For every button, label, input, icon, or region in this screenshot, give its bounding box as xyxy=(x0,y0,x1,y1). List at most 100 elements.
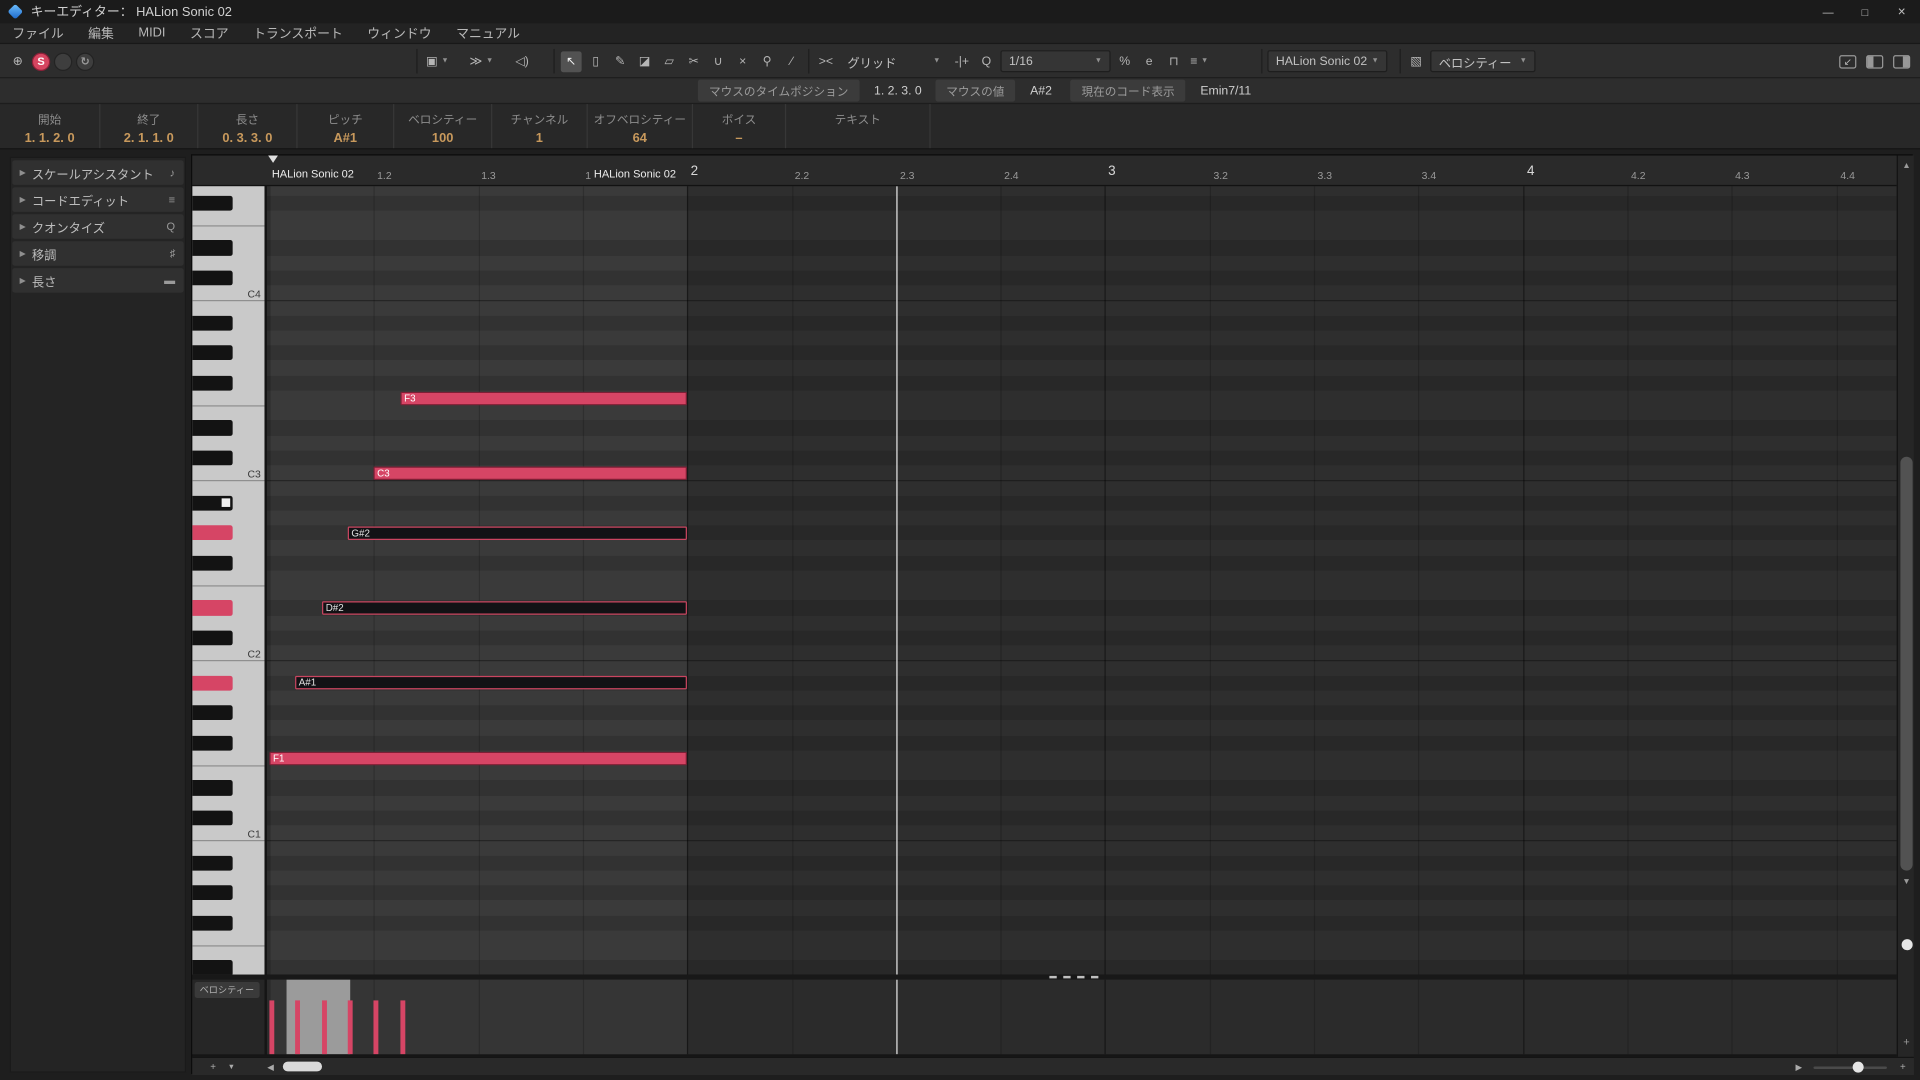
expand-arrow-icon[interactable]: ▶ xyxy=(20,195,26,205)
scroll-down-button-icon[interactable]: ▼ xyxy=(1898,876,1915,888)
range-selection-tool[interactable]: ▯ xyxy=(585,51,606,72)
timeline-ruler[interactable]: 1.21.3122.22.32.433.23.33.444.24.34.4HAL… xyxy=(192,156,1896,187)
piano-key-C#4[interactable] xyxy=(192,270,232,285)
menu-item-5[interactable]: ウィンドウ xyxy=(355,24,444,42)
midi-note-C3[interactable]: C3 xyxy=(373,466,686,479)
hzoom-slider-thumb[interactable] xyxy=(1853,1062,1864,1073)
piano-key-G#0[interactable] xyxy=(192,885,232,900)
mute-tool[interactable]: × xyxy=(732,51,753,72)
midi-note-D#2[interactable]: D#2 xyxy=(322,601,687,614)
sidebar-panel-scale-assistant[interactable]: ▶スケールアシスタント♪ xyxy=(12,160,183,184)
velocity-bar-2[interactable] xyxy=(322,1000,327,1054)
piano-keyboard[interactable]: C4C3C2C1 xyxy=(192,186,264,975)
part-editing-mode-button[interactable]: ▣▼ xyxy=(424,51,451,72)
piano-key-G#2[interactable] xyxy=(192,525,232,540)
quantize-caret-icon[interactable]: ▼ xyxy=(1095,58,1102,65)
iterative-quantize-icon[interactable]: % xyxy=(1114,51,1135,72)
color-mode-dropdown[interactable]: ベロシティー▼ xyxy=(1430,50,1535,72)
info-field-value[interactable]: 1. 1. 2. 0 xyxy=(0,131,99,146)
piano-key-D#3[interactable] xyxy=(192,420,232,435)
scroll-up-button-icon[interactable]: ▲ xyxy=(1898,159,1915,171)
step-input-button[interactable]: ↻ xyxy=(76,52,94,70)
track-selector-dropdown[interactable]: HALion Sonic 02▼ xyxy=(1267,50,1387,72)
note-grid[interactable]: F3C3G#2D#2A#1F1 xyxy=(267,186,1897,975)
snap-toggle-icon[interactable]: >< xyxy=(816,51,837,72)
hzoom-preset-plus-button[interactable]: + xyxy=(204,1060,221,1073)
piano-key-G#3[interactable] xyxy=(192,345,232,360)
piano-key-C#2[interactable] xyxy=(192,630,232,645)
velocity-grid[interactable] xyxy=(267,980,1897,1055)
velocity-bar-3[interactable] xyxy=(348,1000,353,1054)
hscroll-thumb[interactable] xyxy=(283,1062,322,1072)
expand-arrow-icon[interactable]: ▶ xyxy=(20,222,26,232)
velocity-lane-header[interactable]: ベロシティー xyxy=(192,980,264,1055)
expand-arrow-icon[interactable]: ▶ xyxy=(20,168,26,178)
piano-key-A#1[interactable] xyxy=(192,675,232,690)
sidebar-panel-quantize[interactable]: ▶クオンタイズQ xyxy=(12,214,183,238)
midi-note-A#1[interactable]: A#1 xyxy=(295,676,687,689)
trim-tool[interactable]: ▱ xyxy=(659,51,680,72)
piano-key-A#0[interactable] xyxy=(192,855,232,870)
menu-item-2[interactable]: MIDI xyxy=(126,26,178,41)
edit-active-part-caret-icon[interactable]: ▼ xyxy=(1201,58,1208,65)
acoustic-feedback-button[interactable] xyxy=(54,52,72,70)
window-layout-left-zone-icon[interactable] xyxy=(1866,54,1883,67)
piano-key-C#1[interactable] xyxy=(192,810,232,825)
autoscroll-button[interactable]: ≫▼ xyxy=(467,51,496,72)
info-field-value[interactable]: 0. 3. 3. 0 xyxy=(198,131,296,146)
sidebar-panel-chord-edit[interactable]: ▶コードエディット≡ xyxy=(12,187,183,211)
vscroll-thumb[interactable] xyxy=(1900,457,1912,871)
minimize-button-icon[interactable]: — xyxy=(1810,0,1847,23)
scroll-left-button-icon[interactable]: ◀ xyxy=(263,1060,278,1073)
sidebar-panel-length[interactable]: ▶長さ▬ xyxy=(12,268,183,292)
info-field-value[interactable]: 100 xyxy=(394,131,491,146)
object-selection-tool[interactable]: ↖ xyxy=(561,51,582,72)
info-field-value[interactable]: – xyxy=(693,131,785,146)
piano-key-D#4[interactable] xyxy=(192,240,232,255)
info-field-value[interactable]: 2. 1. 1. 0 xyxy=(100,131,197,146)
edit-active-part-icon[interactable]: ≡▼ xyxy=(1188,51,1211,72)
hzoom-in-button[interactable]: + xyxy=(1894,1060,1911,1073)
erase-tool[interactable]: ◪ xyxy=(634,51,655,72)
grid-relative-icon[interactable]: -|+ xyxy=(951,51,972,72)
scroll-right-button-icon[interactable]: ▶ xyxy=(1791,1060,1806,1073)
info-field-value[interactable]: 64 xyxy=(588,131,692,146)
sidebar-panel-transpose[interactable]: ▶移調♯ xyxy=(12,241,183,265)
track-selector-caret-icon[interactable]: ▼ xyxy=(1371,58,1378,65)
piano-key-G#1[interactable] xyxy=(192,705,232,720)
info-field-value[interactable]: A#1 xyxy=(298,131,394,146)
piano-key-F#3[interactable] xyxy=(192,375,232,390)
midi-note-F1[interactable]: F1 xyxy=(269,751,687,764)
velocity-bar-4[interactable] xyxy=(373,1000,378,1054)
audition-button[interactable]: ◁) xyxy=(512,51,533,72)
expand-arrow-icon[interactable]: ▶ xyxy=(20,276,26,286)
midi-note-G#2[interactable]: G#2 xyxy=(348,526,687,539)
velocity-bar-5[interactable] xyxy=(400,1000,405,1054)
hzoom-preset-dropdown-icon[interactable]: ▼ xyxy=(224,1060,239,1073)
quantize-preset-dropdown[interactable]: 1/16▼ xyxy=(1000,50,1110,72)
vzoom-slider-thumb[interactable] xyxy=(1902,939,1913,950)
grid-type-dropdown[interactable]: グリッド▼ xyxy=(840,50,948,72)
vzoom-in-button[interactable]: + xyxy=(1898,1035,1915,1050)
autoscroll-button-caret-icon[interactable]: ▼ xyxy=(486,58,493,65)
piano-key-D#0[interactable] xyxy=(192,960,232,974)
quantize-panel-button[interactable]: e xyxy=(1139,51,1160,72)
piano-key-F#4[interactable] xyxy=(192,195,232,210)
menu-item-6[interactable]: マニュアル xyxy=(444,24,532,42)
piano-key-C#3[interactable] xyxy=(192,450,232,465)
glue-tool[interactable]: ∪ xyxy=(708,51,729,72)
expand-arrow-icon[interactable]: ▶ xyxy=(20,249,26,259)
quantize-icon[interactable]: Q xyxy=(976,51,997,72)
velocity-bar-0[interactable] xyxy=(269,1000,274,1054)
solo-editor-button[interactable]: S xyxy=(32,52,50,70)
piano-key-A#3[interactable] xyxy=(192,315,232,330)
zoom-tool[interactable]: ⚲ xyxy=(757,51,778,72)
open-in-lower-zone-icon[interactable]: ↙ xyxy=(1839,54,1856,67)
divider-drag-handle[interactable] xyxy=(1049,976,1098,978)
piano-key-D#2[interactable] xyxy=(192,600,232,615)
piano-key-F#2[interactable] xyxy=(192,555,232,570)
draw-tool[interactable]: ✎ xyxy=(610,51,631,72)
piano-key-F#1[interactable] xyxy=(192,735,232,750)
menu-item-4[interactable]: トランスポート xyxy=(241,24,355,42)
info-field-value[interactable]: 1 xyxy=(492,131,586,146)
